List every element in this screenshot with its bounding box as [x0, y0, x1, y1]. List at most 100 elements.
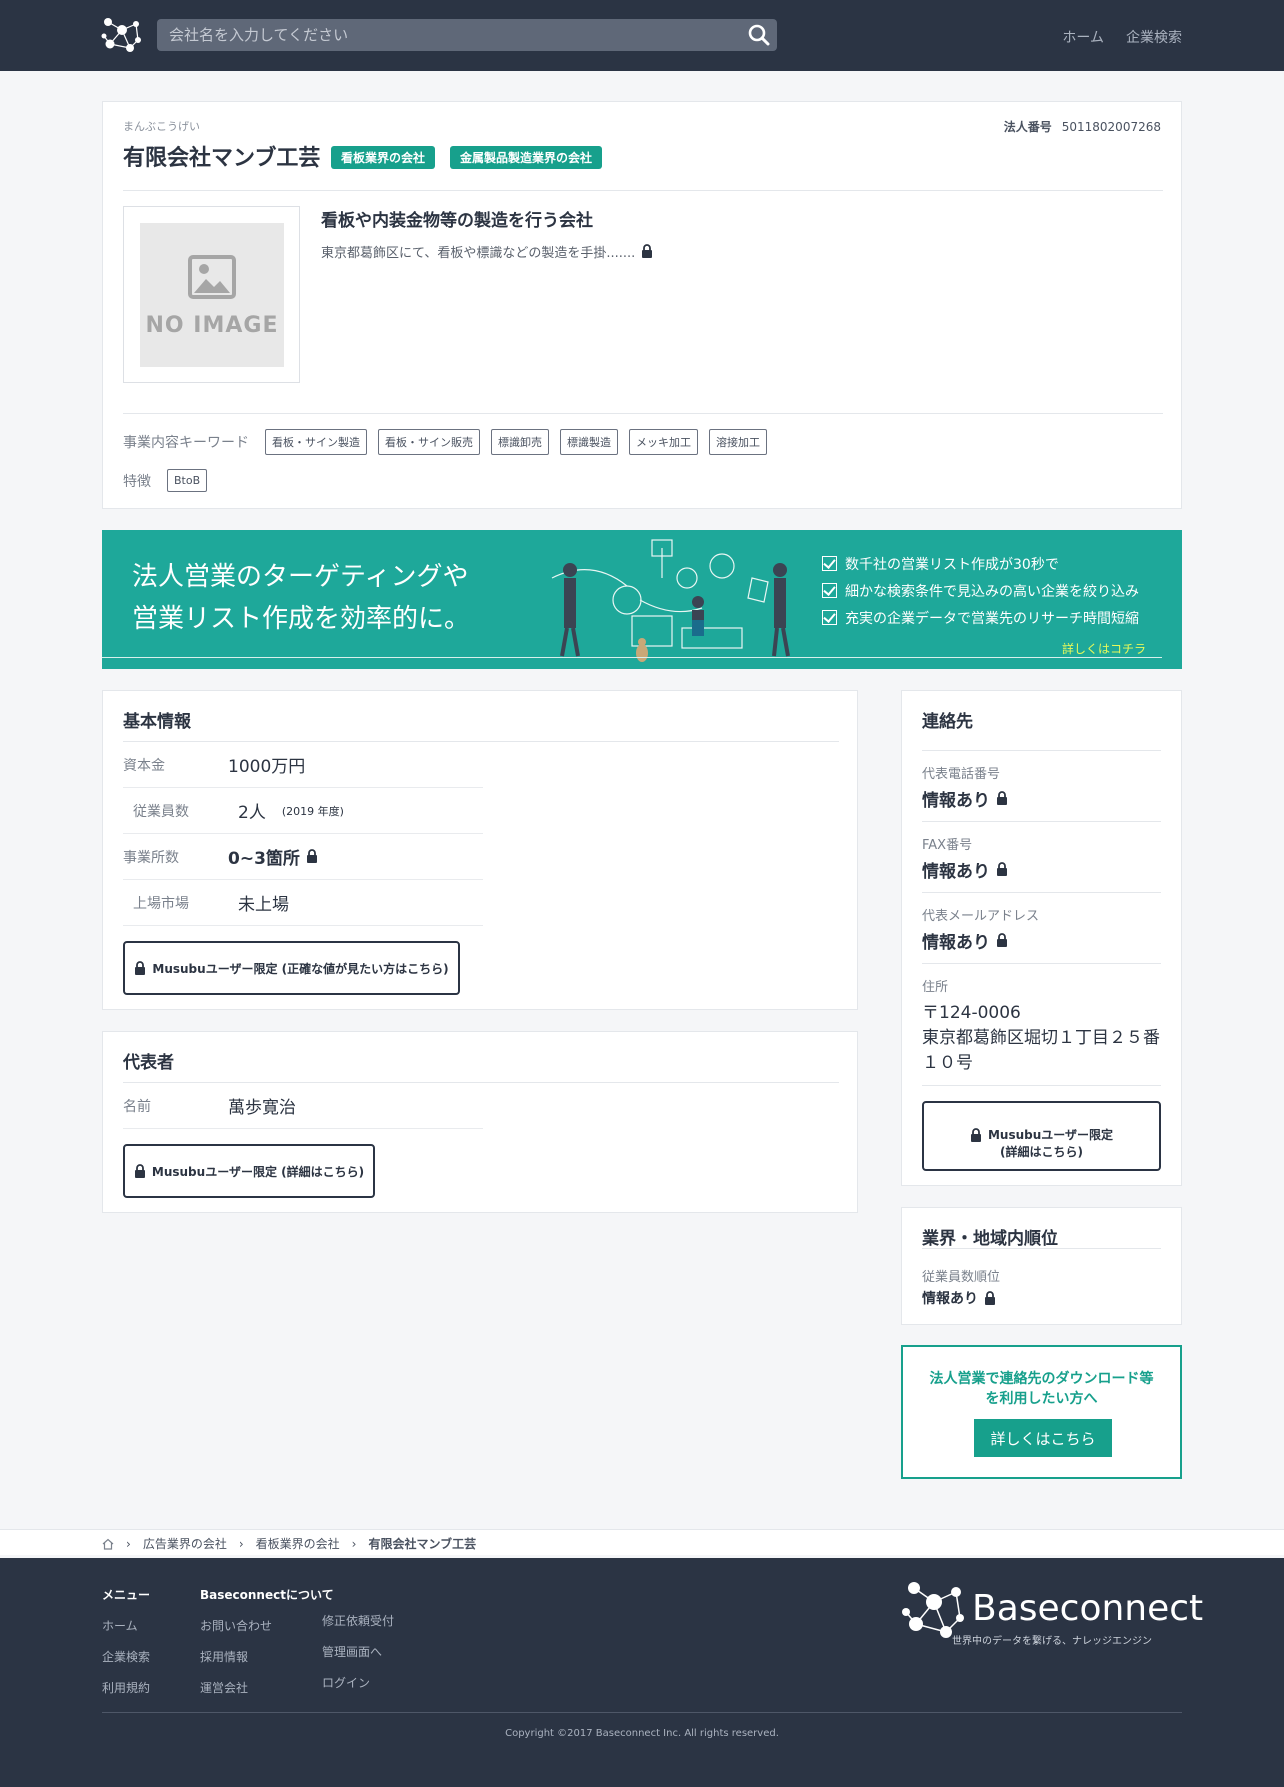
info-value: 萬歩寛治: [228, 1098, 296, 1118]
chevron-right-icon: ›: [351, 1536, 357, 1551]
info-row-employees: 従業員数 2人 (2019 年度): [123, 788, 483, 834]
keyword-tag[interactable]: 標識卸売: [491, 429, 549, 455]
keyword-tag[interactable]: 看板・サイン販売: [378, 429, 480, 455]
keyword-tag[interactable]: 溶接加工: [709, 429, 767, 455]
copyright: Copyright ©2017 Baseconnect Inc. All rig…: [505, 1728, 779, 1739]
nav-company-search-link[interactable]: 企業検索: [1126, 27, 1182, 47]
industry-badges: 看板業界の会社 金属製品製造業界の会社: [331, 146, 603, 169]
contact-card: 連絡先 代表電話番号 情報あり FAX番号 情報あり 代表メールアドレス 情報あ…: [901, 690, 1182, 1186]
address-zip: 〒124-0006: [922, 1003, 1021, 1023]
ranking-key: 従業員数順位: [922, 1270, 1001, 1285]
breadcrumb-link[interactable]: 看板業界の会社: [256, 1535, 340, 1552]
button-label: Musubuユーザー限定 (正確な値が見たい方はこちら): [152, 961, 449, 976]
button-label: (詳細はこちら): [1000, 1144, 1083, 1159]
contact-value: 情報あり: [922, 786, 1161, 811]
banner-point-text: 数千社の営業リスト作成が30秒で: [845, 556, 1059, 573]
baseconnect-logo-icon[interactable]: [100, 14, 144, 56]
address-line: 東京都葛飾区堀切１丁目２５番１０号: [922, 1028, 1160, 1073]
footer-link[interactable]: ホーム: [102, 1617, 150, 1634]
footer-heading: Baseconnectについて: [200, 1588, 334, 1602]
cta-box: 法人営業で連絡先のダウンロード等 を利用したい方へ 詳しくはこちら: [901, 1345, 1182, 1479]
representative-card: 代表者 名前 萬歩寛治 Musubuユーザー限定 (詳細はこちら): [102, 1031, 858, 1213]
chevron-right-icon: ›: [126, 1536, 131, 1551]
promo-banner[interactable]: 法人営業のターゲティングや 営業リスト作成を効率的に。 数千社の営業リスト作成が…: [102, 530, 1182, 669]
industry-badge[interactable]: 金属製品製造業界の会社: [450, 146, 603, 169]
footer-link[interactable]: 利用規約: [102, 1679, 150, 1696]
banner-point: 数千社の営業リスト作成が30秒で: [822, 550, 1139, 577]
keywords-row: 事業内容キーワード 看板・サイン製造 看板・サイン販売 標識卸売 標識製造 メッ…: [123, 429, 778, 455]
divider: [123, 413, 1163, 414]
footer-brand[interactable]: Baseconnect 世界中のデータを繋げる、ナレッジエンジン: [900, 1578, 1203, 1648]
header-nav: ホーム 企業検索: [1062, 27, 1182, 47]
site-footer: メニュー ホーム 企業検索 利用規約 Baseconnectについて お問い合わ…: [0, 1558, 1284, 1787]
info-key: 資本金: [123, 757, 165, 774]
breadcrumb-current: 有限会社マンブ工芸: [368, 1537, 477, 1551]
musubu-details-button[interactable]: Musubuユーザー限定 (詳細はこちら): [123, 1144, 375, 1198]
banner-headline-line: 営業リスト作成を効率的に。: [132, 604, 471, 634]
company-kana: まんぶこうげい: [123, 120, 200, 133]
ranking-value: 情報あり: [922, 1288, 996, 1308]
section-title: 業界・地域内順位: [922, 1229, 1058, 1249]
footer-link[interactable]: 修正依頼受付: [322, 1612, 394, 1629]
contact-fax: FAX番号 情報あり: [922, 821, 1161, 882]
lock-icon: [306, 849, 317, 863]
search-box: [157, 19, 777, 51]
breadcrumb-link[interactable]: 広告業界の会社: [143, 1535, 227, 1552]
cta-details-button[interactable]: 詳しくはこちら: [974, 1419, 1112, 1457]
footer-link[interactable]: 運営会社: [200, 1679, 334, 1696]
description-text: 東京都葛飾区にて、看板や標識などの製造を手掛.......: [321, 246, 636, 261]
features-row: 特徴 BtoB: [123, 469, 218, 492]
info-key: 上場市場: [133, 895, 189, 912]
footer-link[interactable]: お問い合わせ: [200, 1617, 334, 1634]
info-value: 1000万円: [228, 757, 306, 777]
info-key: 従業員数: [133, 803, 189, 820]
banner-point-text: 細かな検索条件で見込みの高い企業を絞り込み: [845, 583, 1139, 600]
info-value: 未上場: [238, 895, 289, 915]
contact-phone: 代表電話番号 情報あり: [922, 750, 1161, 811]
search-icon[interactable]: [747, 23, 771, 47]
lock-icon: [997, 862, 1007, 876]
address-value: 〒124-0006 東京都葛飾区堀切１丁目２５番１０号: [922, 1001, 1161, 1076]
banner-points: 数千社の営業リスト作成が30秒で 細かな検索条件で見込みの高い企業を絞り込み 充…: [822, 550, 1139, 631]
divider: [922, 1248, 1161, 1249]
musubu-exact-value-button[interactable]: Musubuユーザー限定 (正確な値が見たい方はこちら): [123, 941, 460, 995]
divider: [123, 190, 1163, 191]
features-label: 特徴: [123, 473, 151, 490]
button-line: Musubuユーザー限定: [924, 1127, 1159, 1144]
footer-link[interactable]: ログイン: [322, 1674, 394, 1691]
cta-text-line: 法人営業で連絡先のダウンロード等: [929, 1371, 1154, 1387]
section-title: 基本情報: [123, 712, 191, 732]
musubu-contact-details-button[interactable]: Musubuユーザー限定 (詳細はこちら): [922, 1101, 1161, 1171]
corporate-number: 法人番号 5011802007268: [1004, 118, 1161, 135]
footer-link[interactable]: 管理画面へ: [322, 1643, 394, 1660]
footer-link[interactable]: 企業検索: [102, 1648, 150, 1665]
checkbox-icon: [822, 583, 837, 598]
company-name: 有限会社マンブ工芸: [123, 146, 321, 171]
info-key: 事業所数: [123, 849, 179, 866]
contact-value-text: 情報あり: [922, 933, 990, 953]
contact-value: 情報あり: [922, 857, 1161, 882]
company-description: 東京都葛飾区にて、看板や標識などの製造を手掛.......: [321, 242, 653, 261]
breadcrumb-inner: › 広告業界の会社 › 看板業界の会社 › 有限会社マンブ工芸: [102, 1535, 476, 1552]
keyword-tag[interactable]: メッキ加工: [629, 429, 698, 455]
footer-link[interactable]: 採用情報: [200, 1648, 334, 1665]
no-image-placeholder: NO IMAGE: [140, 223, 284, 367]
keyword-tag[interactable]: 看板・サイン製造: [265, 429, 367, 455]
corporate-number-value: 5011802007268: [1061, 120, 1161, 134]
footer-heading: メニュー: [102, 1588, 151, 1602]
site-header: ホーム 企業検索: [0, 0, 1284, 71]
image-icon: [188, 255, 236, 299]
banner-details-link[interactable]: 詳しくはコチラ: [1062, 640, 1146, 657]
footer-about-2: 修正依頼受付 管理画面へ ログイン: [322, 1612, 394, 1705]
keyword-tag[interactable]: 標識製造: [560, 429, 618, 455]
banner-point: 充実の企業データで営業先のリサーチ時間短縮: [822, 604, 1139, 631]
contact-address: 住所 〒124-0006 東京都葛飾区堀切１丁目２５番１０号: [922, 963, 1161, 1086]
industry-badge[interactable]: 看板業界の会社: [331, 146, 436, 169]
feature-tag[interactable]: BtoB: [167, 469, 208, 492]
home-icon[interactable]: [102, 1538, 114, 1550]
nav-home-link[interactable]: ホーム: [1062, 27, 1104, 47]
info-row-listing: 上場市場 未上場: [123, 880, 483, 926]
search-input[interactable]: [157, 19, 737, 51]
lock-icon: [997, 933, 1007, 947]
info-key: 名前: [123, 1098, 151, 1115]
